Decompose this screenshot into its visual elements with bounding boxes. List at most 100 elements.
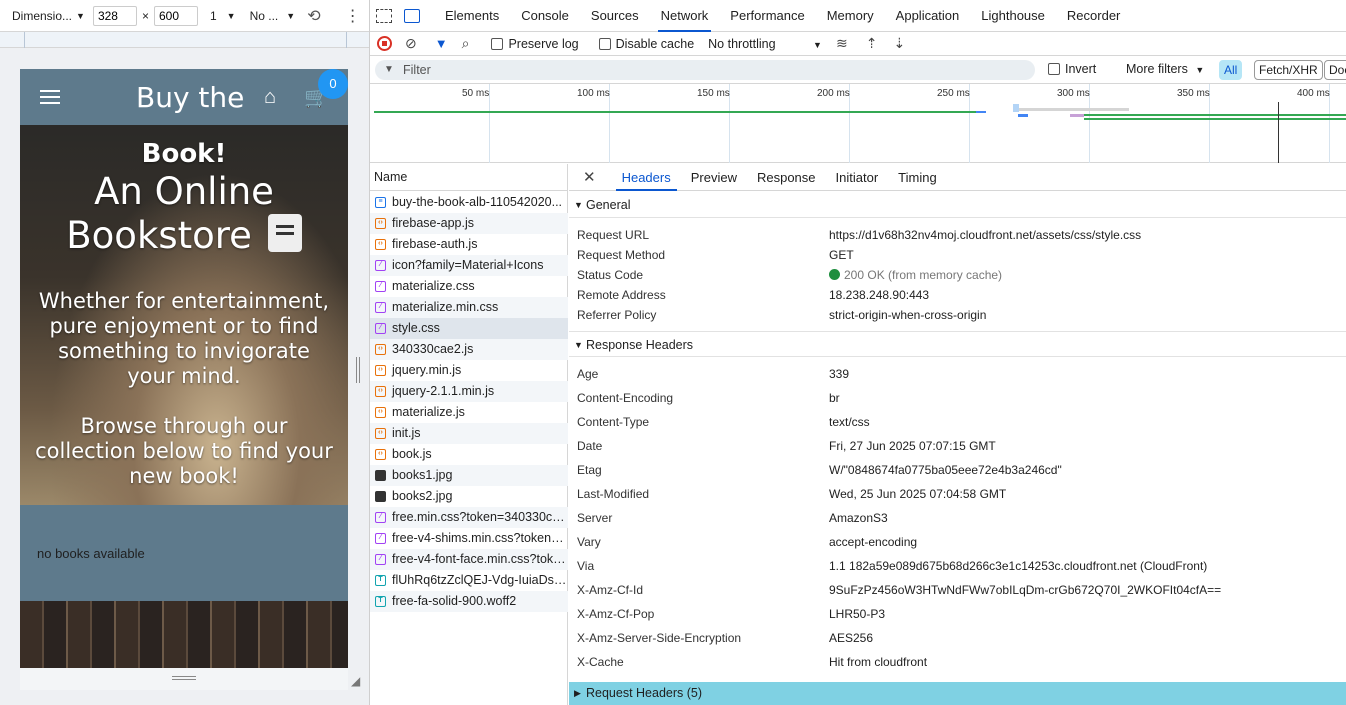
header-value[interactable]: Wed, 25 Jun 2025 07:04:58 GMT	[829, 487, 1006, 501]
header-value[interactable]: text/css	[829, 415, 870, 429]
name-column-header[interactable]: Name	[370, 164, 568, 191]
header-value[interactable]: W/"0848674fa0775ba05eee72e4b3a246cd"	[829, 463, 1062, 477]
request-row[interactable]: ‹› jquery.min.js	[370, 360, 568, 381]
hamburger-menu-icon[interactable]	[40, 90, 60, 104]
timeline-bar	[1070, 114, 1084, 117]
home-icon[interactable]: ⌂	[264, 86, 276, 109]
request-row[interactable]: ⁄ materialize.min.css	[370, 297, 568, 318]
timeline-label: 100 ms	[577, 88, 610, 99]
request-name: book.js	[392, 447, 432, 461]
js-file-icon: ‹›	[375, 428, 386, 439]
filter-icon: ▼	[384, 64, 394, 75]
throttle-select[interactable]: No ... ▼	[250, 9, 296, 23]
request-row[interactable]: ⁄ materialize.css	[370, 276, 568, 297]
viewport-resize-handle[interactable]	[20, 668, 348, 690]
request-row[interactable]: ‹› book.js	[370, 444, 568, 465]
side-resize-handle[interactable]	[356, 357, 360, 383]
header-name: Referrer Policy	[577, 308, 657, 322]
tab-initiator[interactable]: Initiator	[826, 164, 889, 191]
request-row[interactable]: ≡ buy-the-book-alb-110542020...	[370, 192, 568, 213]
header-value[interactable]: 1.1 182a59e089d675b68d266c3e1c14253c.clo…	[829, 559, 1207, 573]
request-row[interactable]: ⁄ free.min.css?token=340330cae2	[370, 507, 568, 528]
request-name: 340330cae2.js	[392, 342, 474, 356]
request-row[interactable]: ‹› init.js	[370, 423, 568, 444]
search-icon[interactable]: ⌕	[462, 35, 470, 52]
header-value[interactable]: br	[829, 391, 840, 405]
request-row[interactable]: books2.jpg	[370, 486, 568, 507]
request-row[interactable]: ‹› 340330cae2.js	[370, 339, 568, 360]
request-row[interactable]: ‹› jquery-2.1.1.min.js	[370, 381, 568, 402]
disable-cache-checkbox[interactable]: Disable cache	[598, 37, 694, 51]
header-value[interactable]: accept-encoding	[829, 535, 917, 549]
tab-memory[interactable]: Memory	[816, 0, 885, 32]
filter-chip-all[interactable]: All	[1219, 60, 1243, 80]
request-row[interactable]: ⁄ icon?family=Material+Icons	[370, 255, 568, 276]
request-row[interactable]: Tfree-fa-solid-900.woff2	[370, 591, 568, 612]
header-value[interactable]: AES256	[829, 631, 873, 645]
site-title[interactable]: Buy the	[136, 81, 244, 114]
tab-headers[interactable]: Headers	[612, 164, 681, 191]
invert-checkbox[interactable]: Invert	[1048, 62, 1096, 76]
throttling-select[interactable]: No throttling ▼	[708, 37, 822, 51]
header-value[interactable]: 339	[829, 367, 849, 381]
timeline-label: 300 ms	[1057, 88, 1090, 99]
header-value[interactable]: https://d1v68h32nv4moj.cloudfront.net/as…	[829, 228, 1141, 242]
filter-chip-doc[interactable]: Doc	[1324, 60, 1346, 80]
request-row[interactable]: ⁄ free-v4-font-face.min.css?toke...	[370, 549, 568, 570]
response-headers-section-header[interactable]: ▼ Response Headers	[569, 331, 1346, 357]
filter-chip-fetch-xhr[interactable]: Fetch/XHR	[1254, 60, 1323, 80]
request-headers-section-header[interactable]: ▶ Request Headers (5)	[569, 682, 1346, 705]
request-row[interactable]: books1.jpg	[370, 465, 568, 486]
request-row[interactable]: ⁄ style.css	[370, 318, 568, 339]
height-input[interactable]	[153, 5, 198, 26]
header-value[interactable]: 18.238.248.90:443	[829, 288, 929, 302]
preserve-log-checkbox[interactable]: Preserve log	[491, 37, 579, 51]
export-har-icon[interactable]: ⇣	[893, 35, 905, 52]
timeline-bar	[1018, 114, 1028, 117]
width-input[interactable]	[92, 5, 137, 26]
tab-recorder[interactable]: Recorder	[1056, 0, 1131, 32]
request-row[interactable]: TflUhRq6tzZclQEJ-Vdg-IuiaDsN...	[370, 570, 568, 591]
close-icon[interactable]: ✕	[583, 168, 596, 186]
filter-input[interactable]: ▼ Filter	[375, 60, 1035, 80]
general-section-header[interactable]: ▼ General	[569, 192, 1346, 218]
request-row[interactable]: ‹› firebase-app.js	[370, 213, 568, 234]
tab-lighthouse[interactable]: Lighthouse	[970, 0, 1056, 32]
rotate-icon[interactable]: ⟲	[307, 6, 320, 26]
header-value[interactable]: Fri, 27 Jun 2025 07:07:15 GMT	[829, 439, 996, 453]
network-conditions-icon[interactable]: ≋	[836, 35, 848, 52]
tab-performance[interactable]: Performance	[719, 0, 815, 32]
request-row[interactable]: ‹› firebase-auth.js	[370, 234, 568, 255]
device-toggle-icon[interactable]	[404, 8, 420, 23]
tab-application[interactable]: Application	[885, 0, 971, 32]
header-value[interactable]: LHR50-P3	[829, 607, 885, 621]
tab-elements[interactable]: Elements	[434, 0, 510, 32]
header-value[interactable]: GET	[829, 248, 854, 262]
tab-response[interactable]: Response	[747, 164, 826, 191]
corner-resize-icon[interactable]: ◢	[351, 674, 360, 688]
inspect-element-icon[interactable]	[376, 8, 392, 23]
tab-console[interactable]: Console	[510, 0, 580, 32]
request-row[interactable]: ⁄ free-v4-shims.min.css?token=...	[370, 528, 568, 549]
header-value[interactable]: strict-origin-when-cross-origin	[829, 308, 986, 322]
dpr-select[interactable]: 1 ▼	[210, 9, 236, 23]
header-value[interactable]: 9SuFzPz456oW3HTwNdFWw7obILqDm-crGb672Q70…	[829, 583, 1221, 597]
dimensions-select[interactable]: Dimensio... ▼	[12, 9, 85, 23]
request-row[interactable]: ‹› materialize.js	[370, 402, 568, 423]
network-overview-timeline[interactable]: 50 ms 100 ms 150 ms 200 ms 250 ms 300 ms…	[370, 84, 1346, 163]
more-options-icon[interactable]: ⋮	[345, 6, 361, 26]
header-value[interactable]: Hit from cloudfront	[829, 655, 927, 669]
tab-preview[interactable]: Preview	[681, 164, 747, 191]
clear-icon[interactable]: ⊘	[405, 35, 417, 52]
tab-timing[interactable]: Timing	[888, 164, 947, 191]
more-filters-dropdown[interactable]: More filters ▼	[1126, 62, 1204, 76]
tab-network[interactable]: Network	[650, 0, 720, 32]
import-har-icon[interactable]: ⇡	[866, 35, 878, 52]
chevron-down-icon: ▼	[286, 10, 296, 21]
filter-icon[interactable]: ▼	[435, 36, 448, 51]
record-stop-icon[interactable]	[377, 36, 392, 51]
tab-sources[interactable]: Sources	[580, 0, 650, 32]
header-value[interactable]: 200 OK (from memory cache)	[829, 268, 1002, 282]
header-value[interactable]: AmazonS3	[829, 511, 888, 525]
chevron-down-icon: ▼	[226, 10, 236, 21]
